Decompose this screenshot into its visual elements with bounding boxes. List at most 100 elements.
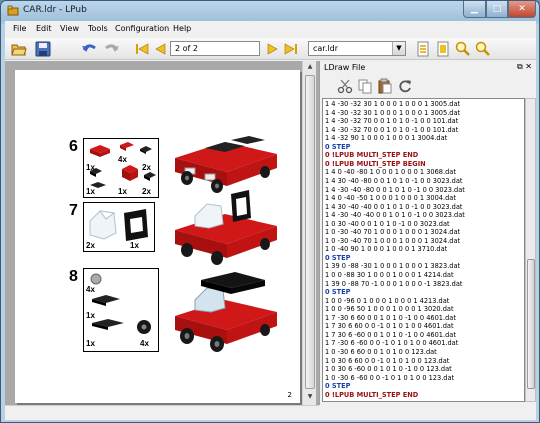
- maximize-button[interactable]: □: [486, 1, 508, 18]
- copy-icon[interactable]: [357, 78, 373, 94]
- code-line[interactable]: 1 0 -30 6 60 0 0 1 0 1 0 0 123.dat: [325, 348, 437, 356]
- part-qty: 4x: [86, 285, 95, 294]
- part-qty: 1x: [118, 187, 127, 196]
- menu-bar: File Edit View Tools Configuration Help: [5, 21, 536, 37]
- part-qty: 1x: [86, 339, 95, 348]
- editor-toolbar: [320, 75, 537, 97]
- refresh-icon[interactable]: [397, 78, 413, 94]
- part-qty: 1x: [86, 311, 95, 320]
- menu-view[interactable]: View: [60, 24, 79, 33]
- zoom-in-icon[interactable]: [455, 41, 471, 57]
- menu-tools[interactable]: Tools: [88, 24, 108, 33]
- step-number: 8: [69, 268, 78, 285]
- editor-scrollbar[interactable]: [525, 98, 536, 402]
- code-line[interactable]: 1 4 30 -40 -80 0 0 1 0 1 0 -1 0 0 3023.d…: [325, 177, 463, 185]
- code-line[interactable]: 1 7 -30 6 -60 0 0 -1 0 1 0 1 0 0 4601.da…: [325, 339, 458, 347]
- code-line[interactable]: 0 !LPUB MULTI_STEP BEGIN: [325, 160, 426, 168]
- scroll-down-icon[interactable]: ▼: [305, 393, 315, 403]
- step-number: 7: [69, 202, 78, 219]
- paste-icon[interactable]: [377, 78, 393, 94]
- code-line[interactable]: 1 4 0 -40 -80 1 0 0 0 1 0 0 0 1 3068.dat: [325, 168, 456, 176]
- part-qty: 2x: [86, 241, 95, 250]
- code-line[interactable]: 1 0 30 -40 0 0 1 0 1 0 -1 0 0 3023.dat: [325, 220, 450, 228]
- app-window: CAR.ldr - LPub ▁ □ ✕ File Edit View Tool…: [0, 0, 540, 423]
- menu-edit[interactable]: Edit: [36, 24, 52, 33]
- menu-file[interactable]: File: [13, 24, 26, 33]
- code-line[interactable]: 1 4 -30 -32 30 1 0 0 0 1 0 0 0 1 3005.da…: [325, 100, 460, 108]
- menu-configuration[interactable]: Configuration: [115, 24, 169, 33]
- dock-title: LDraw File: [324, 63, 366, 72]
- code-line[interactable]: 1 39 0 -88 70 -1 0 0 0 1 0 0 0 -1 3823.d…: [325, 280, 463, 288]
- instruction-page: 6 4x 1x 2x 1x 1x 2x 7 2x 1x 8 4x 1x 1x 4…: [15, 70, 300, 403]
- parts-list-step-7: 2x 1x: [83, 202, 155, 252]
- prev-page-icon[interactable]: [153, 41, 169, 57]
- save-icon[interactable]: [35, 41, 51, 57]
- page-scrollbar[interactable]: ▲ ▼: [302, 61, 316, 405]
- zoom-out-icon[interactable]: [475, 41, 491, 57]
- scroll-up-icon[interactable]: ▲: [305, 63, 315, 73]
- code-line[interactable]: 1 0 0 -96 50 1 0 0 0 1 0 0 0 1 3020.dat: [325, 305, 454, 313]
- model-select[interactable]: car.ldr ▼: [308, 41, 406, 56]
- chevron-down-icon[interactable]: ▼: [392, 42, 405, 55]
- part-qty: 1x: [130, 241, 139, 250]
- code-line[interactable]: 0 !LPUB MULTI_STEP END: [325, 391, 418, 399]
- first-page-icon[interactable]: [134, 41, 150, 57]
- code-line[interactable]: 1 4 -30 -40 -40 0 0 1 0 1 0 -1 0 0 3023.…: [325, 211, 465, 219]
- code-line[interactable]: 0 STEP: [325, 254, 350, 262]
- close-button[interactable]: ✕: [508, 1, 536, 18]
- part-qty: 2x: [142, 163, 151, 172]
- code-line[interactable]: 1 4 30 -40 -40 0 0 1 0 1 0 -1 0 0 3023.d…: [325, 203, 463, 211]
- editor-scroll-thumb[interactable]: [527, 259, 535, 389]
- code-line[interactable]: 1 4 -30 -32 70 0 0 1 0 1 0 -1 0 0 101.da…: [325, 126, 458, 134]
- code-line[interactable]: 1 0 0 -88 30 1 0 0 0 1 0 0 0 1 4214.dat: [325, 271, 454, 279]
- code-line[interactable]: 1 0 -30 -40 70 1 0 0 0 1 0 0 0 1 3024.da…: [325, 228, 460, 236]
- ldraw-file-dock: LDraw File ⧉ ✕ 1 4 -30 -32 30 1 0 0 0 1 …: [319, 61, 536, 405]
- code-line[interactable]: 1 0 -30 6 -60 0 0 -1 0 1 0 1 0 0 123.dat: [325, 374, 454, 382]
- part-qty: 2x: [142, 187, 151, 196]
- code-line[interactable]: 1 39 0 -88 -30 1 0 0 0 1 0 0 0 1 3823.da…: [325, 262, 460, 270]
- dock-window-buttons[interactable]: ⧉ ✕: [517, 62, 532, 72]
- instruction-view[interactable]: 6 4x 1x 2x 1x 1x 2x 7 2x 1x 8 4x 1x 1x 4…: [5, 61, 319, 405]
- code-line[interactable]: 1 7 30 6 -60 0 0 1 0 1 0 -1 0 0 4601.dat: [325, 331, 456, 339]
- window-title: CAR.ldr - LPub: [23, 5, 87, 15]
- code-line[interactable]: 0 STEP: [325, 288, 350, 296]
- code-line[interactable]: 1 7 30 6 60 0 0 -1 0 1 0 1 0 0 4601.dat: [325, 322, 454, 330]
- code-line[interactable]: 1 0 -30 -40 70 1 0 0 0 1 0 0 0 1 3024.da…: [325, 237, 460, 245]
- last-page-icon[interactable]: [283, 41, 299, 57]
- part-qty: 4x: [118, 155, 127, 164]
- step-6-model-image: [175, 136, 277, 193]
- code-line[interactable]: 1 7 -30 6 60 0 0 1 0 1 0 -1 0 0 4601.dat: [325, 314, 456, 322]
- code-line[interactable]: 0 STEP: [325, 143, 350, 151]
- open-icon[interactable]: [11, 41, 27, 57]
- title-bar[interactable]: CAR.ldr - LPub ▁ □ ✕: [1, 1, 540, 21]
- code-line[interactable]: 1 4 -30 -32 30 1 0 0 0 1 0 0 0 1 3005.da…: [325, 109, 460, 117]
- page-number-input[interactable]: 2 of 2: [170, 41, 260, 56]
- part-qty: 4x: [140, 339, 149, 348]
- scroll-thumb[interactable]: [305, 75, 315, 389]
- ldraw-code-editor[interactable]: 1 4 -30 -32 30 1 0 0 0 1 0 0 0 1 3005.da…: [322, 98, 525, 402]
- code-line[interactable]: 1 0 30 6 -60 0 0 1 0 1 0 -1 0 0 123.dat: [325, 365, 452, 373]
- part-qty: 1x: [86, 163, 95, 172]
- code-line[interactable]: 1 0 30 6 60 0 0 -1 0 1 0 1 0 0 123.dat: [325, 357, 449, 365]
- code-line[interactable]: 0 !LPUB MULTI_STEP END: [325, 151, 418, 159]
- step-number: 6: [69, 138, 78, 155]
- code-line[interactable]: 1 4 -30 -40 -80 0 0 1 0 1 0 -1 0 0 3023.…: [325, 186, 465, 194]
- client-area: File Edit View Tools Configuration Help: [5, 21, 536, 420]
- code-line[interactable]: 0 STEP: [325, 382, 350, 390]
- model-select-value: car.ldr: [313, 44, 338, 53]
- code-line[interactable]: 1 0 0 -96 0 1 0 0 0 1 0 0 0 1 4213.dat: [325, 297, 449, 305]
- fit-page-icon[interactable]: [435, 41, 451, 57]
- cut-icon[interactable]: [337, 78, 353, 94]
- menu-help[interactable]: Help: [173, 24, 191, 33]
- fit-width-icon[interactable]: [415, 41, 431, 57]
- code-line[interactable]: 1 4 -32 90 1 0 0 0 1 0 0 0 1 3004.dat: [325, 134, 447, 142]
- next-page-icon[interactable]: [264, 41, 280, 57]
- parts-list-step-6: 4x 1x 2x 1x 1x 2x: [83, 138, 159, 198]
- undo-icon[interactable]: [81, 41, 97, 57]
- code-line[interactable]: 1 4 -30 -32 70 0 0 1 0 1 0 -1 0 0 101.da…: [325, 117, 458, 125]
- code-line[interactable]: 1 4 0 -40 -50 1 0 0 0 1 0 0 0 1 3004.dat: [325, 194, 456, 202]
- part-qty: 1x: [86, 187, 95, 196]
- redo-icon[interactable]: [104, 41, 120, 57]
- code-line[interactable]: 1 0 -40 90 1 0 0 0 1 0 0 0 1 3710.dat: [325, 245, 447, 253]
- minimize-button[interactable]: ▁: [463, 1, 486, 18]
